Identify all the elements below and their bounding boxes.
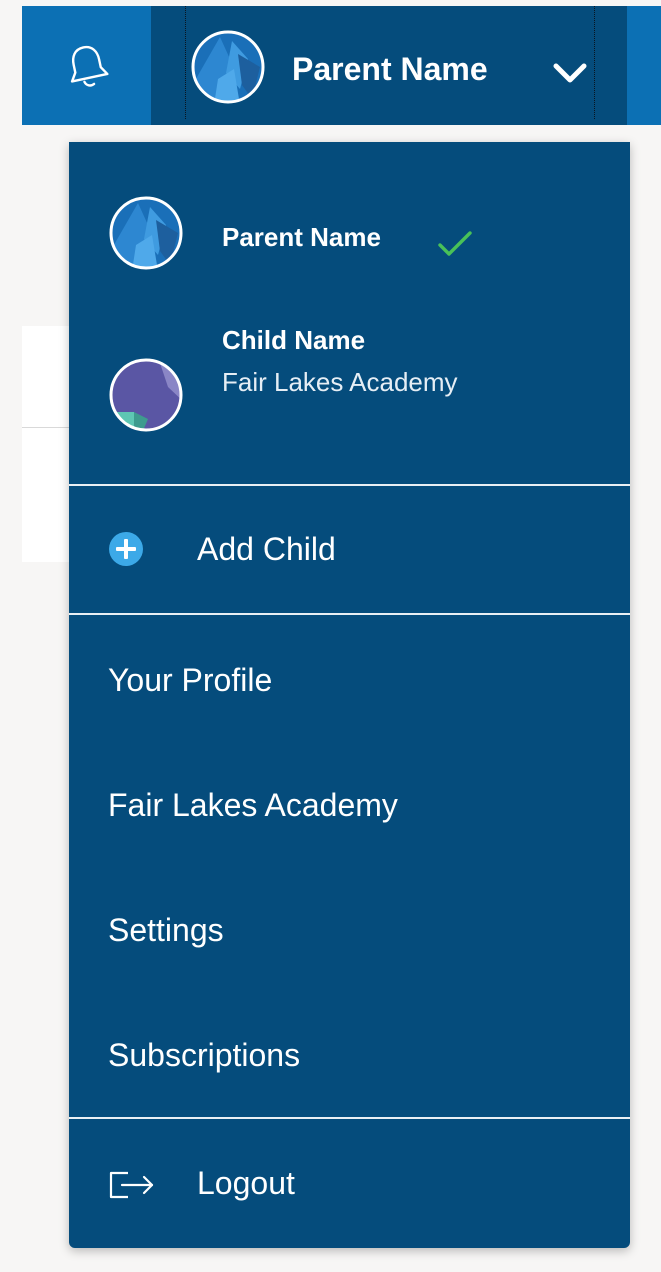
menu-divider xyxy=(69,613,630,615)
account-name: Parent Name xyxy=(222,222,381,252)
menu-item-label: Settings xyxy=(108,912,224,948)
plus-circle-icon xyxy=(109,532,143,566)
menu-divider xyxy=(69,484,630,486)
menu-item-your-profile[interactable]: Your Profile xyxy=(69,635,630,725)
account-name: Child Name xyxy=(222,325,366,355)
child-avatar xyxy=(109,358,183,432)
menu-item-subscriptions[interactable]: Subscriptions xyxy=(69,1010,630,1100)
menu-item-label: Fair Lakes Academy xyxy=(108,787,398,823)
focus-outline-right xyxy=(594,6,595,119)
app-viewport: Parent Name Parent Name Child Name Fair … xyxy=(0,0,661,1272)
account-row-parent[interactable]: Parent Name xyxy=(69,142,630,292)
bell-icon xyxy=(70,45,109,87)
logout-icon xyxy=(109,1171,154,1199)
logout-label: Logout xyxy=(197,1165,295,1201)
checkmark-icon xyxy=(438,231,472,256)
account-dropdown-menu: Parent Name Child Name Fair Lakes Academ… xyxy=(69,142,630,1248)
header-user-name[interactable]: Parent Name xyxy=(292,51,488,87)
account-school: Fair Lakes Academy xyxy=(222,367,458,397)
account-row-child[interactable]: Child Name Fair Lakes Academy xyxy=(69,325,630,477)
menu-item-label: Your Profile xyxy=(108,662,273,698)
menu-item-label: Subscriptions xyxy=(108,1037,301,1073)
notifications-button[interactable] xyxy=(22,6,151,125)
add-child-label: Add Child xyxy=(197,531,336,567)
background-divider xyxy=(22,427,70,428)
focus-outline-left xyxy=(185,6,186,119)
parent-avatar xyxy=(109,196,183,270)
add-child-button[interactable]: Add Child xyxy=(69,487,630,612)
menu-item-settings[interactable]: Settings xyxy=(69,885,630,975)
menu-divider xyxy=(69,1117,630,1119)
menu-item-school[interactable]: Fair Lakes Academy xyxy=(69,760,630,850)
chevron-down-icon[interactable] xyxy=(553,62,587,84)
parent-avatar[interactable] xyxy=(190,29,266,105)
logout-button[interactable]: Logout xyxy=(69,1134,630,1234)
background-content-card xyxy=(22,326,70,562)
